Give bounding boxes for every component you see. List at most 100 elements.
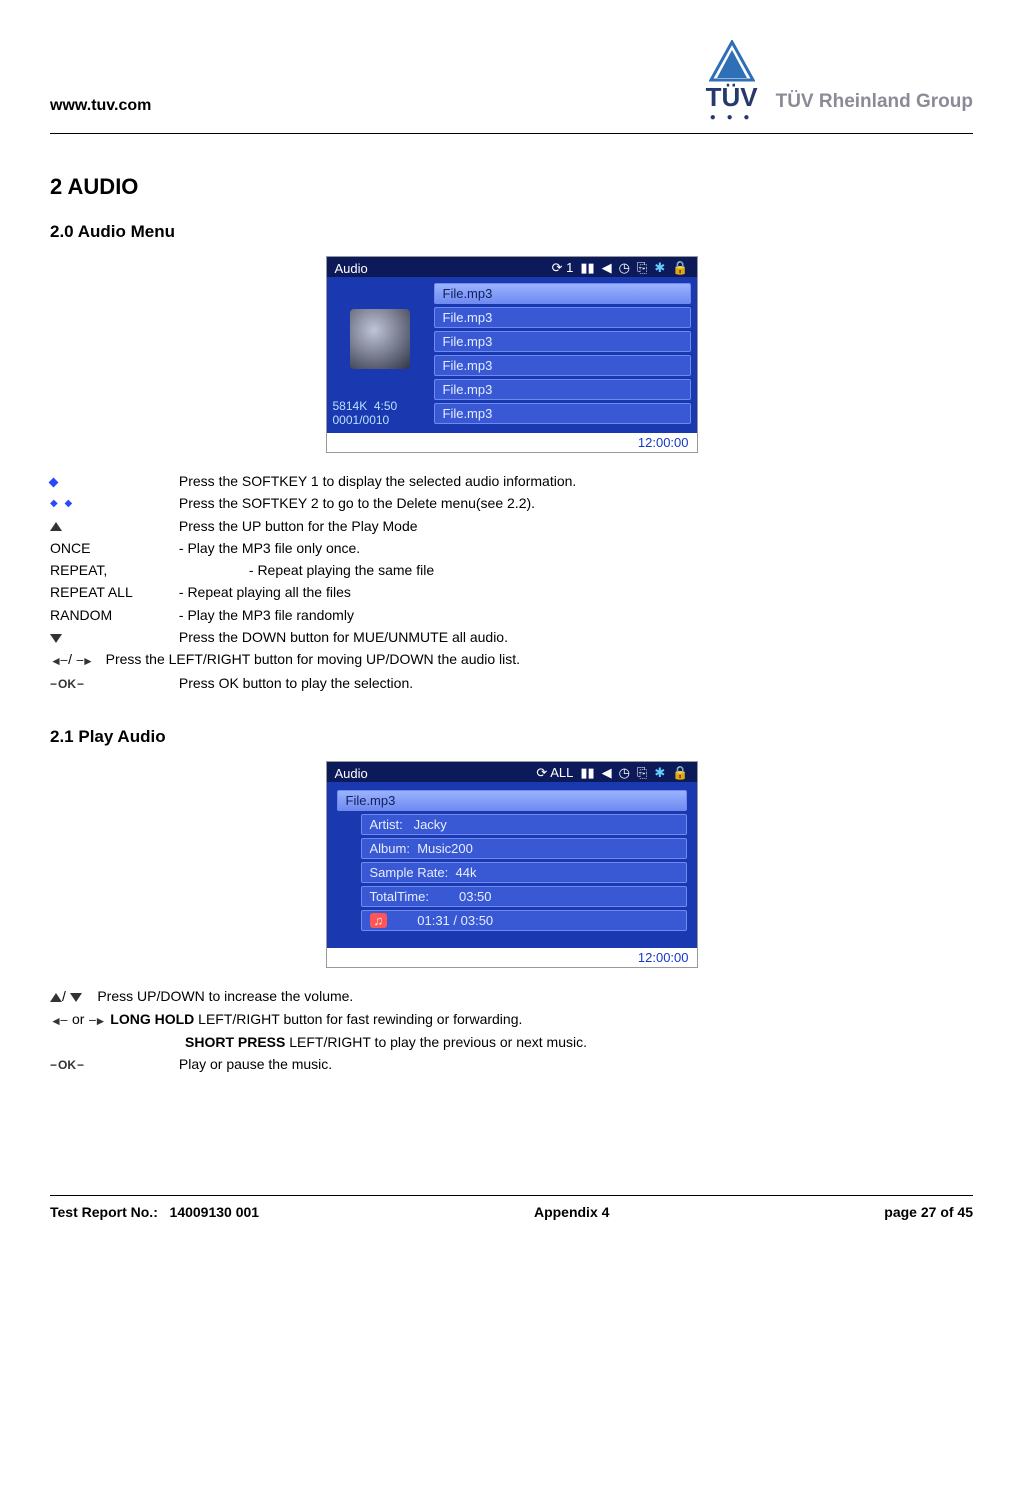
track-metadata: File.mp3 Artist: Jacky Album: Music200 S… — [327, 782, 697, 948]
now-playing-file: File.mp3 — [337, 790, 687, 811]
audio-menu-screenshot: Audio ⟳ 1 ▮▮ ◀ ◷ ⎘ ✱ 🔒 5814K 4:50 0001/0… — [326, 256, 698, 453]
header-url: www.tuv.com — [50, 97, 151, 123]
or-sep: or — [68, 1011, 88, 1027]
instr-softkey2: ◆ ◆ Press the SOFTKEY 2 to go to the Del… — [50, 493, 973, 513]
status-title: Audio — [335, 261, 368, 276]
list-item: File.mp3 — [434, 379, 691, 400]
bluetooth-icon: ✱ — [654, 765, 665, 781]
header-logo-block: TÜV ● ● ● TÜV Rheinland Group — [706, 40, 973, 123]
meta-row: Album: Music200 — [361, 838, 687, 859]
instr-text: LEFT/RIGHT button for fast rewinding or … — [194, 1011, 522, 1027]
instr-once: ONCE - Play the MP3 file only once. — [50, 538, 973, 558]
up-icon — [50, 993, 62, 1002]
left-icon — [50, 650, 68, 670]
meta-row: Artist: Jacky — [361, 814, 687, 835]
instr-text: Press the DOWN button for MUE/UNMUTE all… — [179, 629, 508, 645]
slash-sep: / — [68, 651, 72, 667]
tuv-logo: TÜV ● ● ● — [706, 40, 758, 123]
battery-icon: ▮▮ — [580, 260, 594, 276]
subsection-20: 2.0 Audio Menu — [50, 222, 973, 242]
sd-icon: ⎘ — [637, 765, 647, 781]
sd-icon: ⎘ — [637, 260, 647, 276]
instr-text: - Play the MP3 file only once. — [179, 540, 360, 556]
instr-ok: OK Press OK button to play the selection… — [50, 673, 973, 693]
instr-play-pause: OK Play or pause the music. — [50, 1054, 973, 1074]
screen-clock: 12:00:00 — [327, 433, 697, 452]
bluetooth-icon: ✱ — [654, 260, 665, 276]
instr-bold: LONG HOLD — [110, 1011, 194, 1027]
section-heading: 2 AUDIO — [50, 174, 973, 200]
down-icon — [70, 993, 82, 1002]
page-footer: Test Report No.: 14009130 001 Appendix 4… — [50, 1195, 973, 1220]
subsection-21: 2.1 Play Audio — [50, 727, 973, 747]
page-number: page 27 of 45 — [884, 1204, 973, 1220]
instr-text: Press UP/DOWN to increase the volume. — [97, 988, 353, 1004]
clock-icon: ◷ — [619, 260, 630, 276]
tuv-logo-dots: ● ● ● — [706, 113, 758, 123]
meta-label: Sample Rate: — [370, 865, 449, 880]
file-list: File.mp3 File.mp3 File.mp3 File.mp3 File… — [434, 277, 697, 433]
list-item: File.mp3 — [434, 403, 691, 424]
speaker-graphic — [350, 309, 410, 369]
instr-text: LEFT/RIGHT to play the previous or next … — [285, 1034, 587, 1050]
status-title: Audio — [335, 766, 368, 781]
instr-text: - Repeat playing all the files — [179, 584, 351, 600]
instr-softkey1: Press the SOFTKEY 1 to display the selec… — [50, 471, 973, 491]
status-bar: Audio ⟳ 1 ▮▮ ◀ ◷ ⎘ ✱ 🔒 — [327, 257, 697, 277]
double-diamond-icon: ◆ ◆ — [50, 497, 74, 512]
screen-left-pane: 5814K 4:50 0001/0010 — [327, 277, 434, 433]
left-icon — [50, 1010, 68, 1030]
report-label: Test Report No.: — [50, 1204, 158, 1220]
instr-leftright: / Press the LEFT/RIGHT button for moving… — [50, 649, 973, 670]
meta-row: Sample Rate: 44k — [361, 862, 687, 883]
progress-text: 01:31 / 03:50 — [417, 913, 493, 928]
instr-volume: / Press UP/DOWN to increase the volume. — [50, 986, 973, 1006]
screen-clock: 12:00:00 — [327, 948, 697, 967]
list-item: File.mp3 — [434, 331, 691, 352]
instr-repeat: REPEAT, - Repeat playing the same file — [50, 560, 973, 580]
diamond-icon — [49, 477, 59, 487]
list-item: File.mp3 — [434, 355, 691, 376]
mode-label: REPEAT ALL — [50, 582, 175, 602]
play-audio-screenshot: Audio ⟳ ALL ▮▮ ◀ ◷ ⎘ ✱ 🔒 File.mp3 Artist… — [326, 761, 698, 968]
instr-bold: SHORT PRESS — [185, 1034, 285, 1050]
battery-icon: ▮▮ — [580, 765, 594, 781]
down-icon — [50, 634, 62, 643]
ok-icon: OK — [50, 677, 84, 691]
instr-hold: or LONG HOLD LEFT/RIGHT button for fast … — [50, 1009, 973, 1030]
instr-text: Press the SOFTKEY 1 to display the selec… — [179, 473, 576, 489]
mode-label: ONCE — [50, 538, 175, 558]
clock-icon: ◷ — [619, 765, 630, 781]
instr-text: Press the SOFTKEY 2 to go to the Delete … — [179, 495, 535, 511]
meta-value: Jacky — [414, 817, 447, 832]
instr-text: Press OK button to play the selection. — [179, 675, 413, 691]
right-icon — [88, 1010, 106, 1030]
list-item: File.mp3 — [434, 307, 691, 328]
meta-label: TotalTime: — [370, 889, 429, 904]
status-bar: Audio ⟳ ALL ▮▮ ◀ ◷ ⎘ ✱ 🔒 — [327, 762, 697, 782]
lock-icon: 🔒 — [672, 260, 688, 276]
instr-short: SHORT PRESS LEFT/RIGHT to play the previ… — [50, 1032, 973, 1052]
instr-random: RANDOM - Play the MP3 file randomly — [50, 605, 973, 625]
instr-up: Press the UP button for the Play Mode — [50, 516, 973, 536]
mode-label: RANDOM — [50, 605, 175, 625]
up-icon — [50, 522, 62, 531]
report-number: 14009130 001 — [170, 1204, 260, 1220]
header-rule — [50, 133, 973, 134]
page-header: www.tuv.com TÜV ● ● ● TÜV Rheinland Grou… — [50, 40, 973, 123]
instr-text: Play or pause the music. — [179, 1056, 332, 1072]
triangle-icon — [709, 40, 755, 82]
progress-row: ♫ 01:31 / 03:50 — [361, 910, 687, 931]
meta-value: Music200 — [417, 841, 473, 856]
appendix-label: Appendix 4 — [534, 1204, 609, 1220]
meta-row: TotalTime:03:50 — [361, 886, 687, 907]
slash-sep: / — [62, 988, 66, 1004]
repeat-badge: ⟳ 1 — [552, 260, 574, 276]
meta-label: Album: — [370, 841, 410, 856]
instr-down: Press the DOWN button for MUE/UNMUTE all… — [50, 627, 973, 647]
speaker-icon: ◀ — [602, 260, 612, 276]
instr-text: - Repeat playing the same file — [249, 562, 434, 578]
mode-label: REPEAT, — [50, 560, 175, 580]
right-icon — [76, 650, 94, 670]
track-index: 0001/0010 — [333, 413, 428, 427]
